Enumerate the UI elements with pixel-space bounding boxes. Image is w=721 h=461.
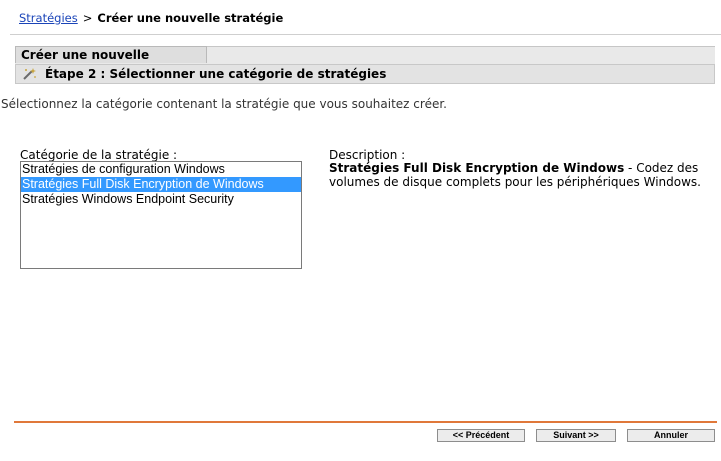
category-option-windows-config[interactable]: Stratégies de configuration Windows: [21, 162, 301, 177]
top-divider: [10, 34, 721, 35]
instruction-text: Sélectionnez la catégorie contenant la s…: [1, 97, 447, 111]
category-listbox[interactable]: Stratégies de configuration Windows Stra…: [20, 161, 302, 269]
breadcrumb-separator: >: [82, 11, 93, 25]
description-policy-name: Stratégies Full Disk Encryption de Windo…: [329, 161, 625, 175]
breadcrumb: Stratégies > Créer une nouvelle stratégie: [19, 11, 283, 25]
previous-button[interactable]: << Précédent: [437, 429, 525, 442]
next-button[interactable]: Suivant >>: [536, 429, 616, 442]
category-option-full-disk-encryption[interactable]: Stratégies Full Disk Encryption de Windo…: [21, 177, 301, 192]
cancel-button[interactable]: Annuler: [627, 429, 715, 442]
description-body: Stratégies Full Disk Encryption de Windo…: [329, 161, 717, 189]
category-option-endpoint-security[interactable]: Stratégies Windows Endpoint Security: [21, 192, 301, 207]
wizard-title: Créer une nouvelle stratégie: [15, 46, 207, 79]
wizard-step-bar: Étape 2 : Sélectionner une catégorie de …: [15, 64, 715, 84]
description-separator: -: [624, 161, 637, 175]
breadcrumb-link-strategies[interactable]: Stratégies: [19, 11, 78, 25]
footer-divider: [14, 421, 717, 423]
wand-icon: [23, 68, 36, 80]
category-label: Catégorie de la stratégie :: [20, 148, 178, 162]
breadcrumb-current: Créer une nouvelle stratégie: [97, 11, 284, 25]
wizard-step-label: Étape 2 : Sélectionner une catégorie de …: [45, 67, 387, 81]
description-label: Description :: [329, 148, 406, 162]
